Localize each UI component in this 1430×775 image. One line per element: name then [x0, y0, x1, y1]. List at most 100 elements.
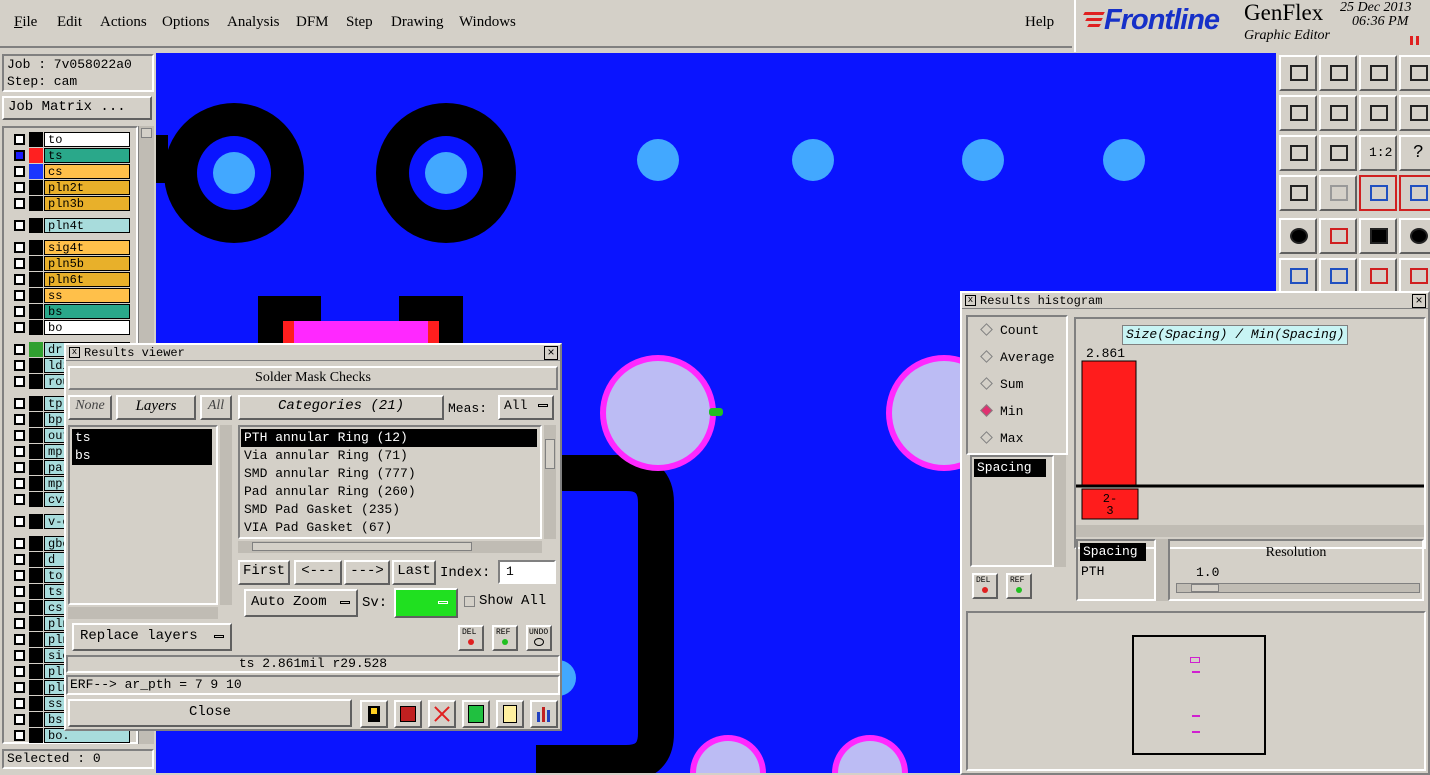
layer-color-swatch[interactable]	[29, 476, 43, 491]
layer-color-swatch[interactable]	[29, 358, 43, 373]
layer-color-swatch[interactable]	[29, 616, 43, 631]
layer-checkbox[interactable]	[14, 516, 25, 527]
layer-checkbox[interactable]	[14, 220, 25, 231]
layer-color-swatch[interactable]	[29, 396, 43, 411]
layer-color-swatch[interactable]	[29, 320, 43, 335]
menu-step[interactable]: Step	[346, 14, 373, 31]
menu-drawing[interactable]: Drawing	[391, 14, 444, 31]
layer-color-swatch[interactable]	[29, 218, 43, 233]
replace-layers-dropdown[interactable]: Replace layers	[72, 623, 232, 651]
layer-color-swatch[interactable]	[29, 240, 43, 255]
del-button[interactable]: DEL	[458, 625, 484, 651]
window-menu-icon[interactable]: x	[965, 295, 976, 306]
layer-color-swatch[interactable]	[29, 536, 43, 551]
tool-help-icon[interactable]: ?	[1399, 135, 1430, 171]
layer-checkbox[interactable]	[14, 618, 25, 629]
layer-checkbox[interactable]	[14, 714, 25, 725]
layer-name[interactable]: bo	[44, 320, 130, 335]
layer-checkbox[interactable]	[14, 430, 25, 441]
layer-row[interactable]: ss	[12, 288, 130, 303]
layer-name[interactable]: sig4t	[44, 240, 130, 255]
categories-list-scrollbar[interactable]	[544, 425, 556, 539]
layer-color-swatch[interactable]	[29, 492, 43, 507]
layer-color-swatch[interactable]	[29, 712, 43, 727]
layer-color-swatch[interactable]	[29, 374, 43, 389]
hist-del-button[interactable]: DEL	[972, 573, 998, 599]
histogram-list-item[interactable]: Spacing	[974, 459, 1046, 477]
group-list-scrollbar[interactable]	[1156, 539, 1168, 601]
close-icon[interactable]: ×	[1412, 294, 1426, 308]
clear-icon[interactable]	[428, 700, 456, 728]
overview-panel[interactable]	[966, 611, 1426, 771]
layer-name[interactable]: pln5b	[44, 256, 130, 271]
layer-checkbox[interactable]	[14, 730, 25, 741]
layer-checkbox[interactable]	[14, 274, 25, 285]
tool-grid-view-icon[interactable]	[1319, 175, 1357, 211]
layer-checkbox[interactable]	[14, 306, 25, 317]
layer-checkbox[interactable]	[14, 198, 25, 209]
layer-checkbox[interactable]	[14, 150, 25, 161]
layer-color-swatch[interactable]	[29, 664, 43, 679]
layer-checkbox[interactable]	[14, 666, 25, 677]
layer-row[interactable]: pln2t	[12, 180, 130, 195]
resolution-slider[interactable]	[1176, 583, 1420, 593]
layer-color-swatch[interactable]	[29, 728, 43, 743]
layer-checkbox[interactable]	[14, 602, 25, 613]
layer-name[interactable]: pln6t	[44, 272, 130, 287]
results-viewer-titlebar[interactable]: x Results viewer ×	[66, 345, 560, 361]
chart-hscrollbar[interactable]	[1076, 525, 1424, 537]
layer-color-swatch[interactable]	[29, 180, 43, 195]
layer-color-swatch[interactable]	[29, 460, 43, 475]
undo-button[interactable]: UNDO	[526, 625, 552, 651]
layer-name[interactable]: pln3b	[44, 196, 130, 211]
category-list-item[interactable]: VIA Pad Gasket (67)	[241, 519, 537, 537]
histogram-titlebar[interactable]: x Results histogram ×	[962, 293, 1428, 309]
layer-checkbox[interactable]	[14, 494, 25, 505]
categories-hscrollbar[interactable]	[238, 541, 542, 553]
tool-pad-icon[interactable]	[1399, 218, 1430, 254]
layer-checkbox[interactable]	[14, 182, 25, 193]
layer-checkbox[interactable]	[14, 344, 25, 355]
layer-list-item[interactable]: ts	[72, 429, 212, 447]
layer-row[interactable]: pln4t	[12, 218, 130, 233]
layer-name[interactable]: ts	[44, 148, 130, 163]
tool-zoom-center-icon[interactable]	[1319, 135, 1357, 171]
layer-checkbox[interactable]	[14, 166, 25, 177]
layer-name[interactable]: to	[44, 132, 130, 147]
layer-color-swatch[interactable]	[29, 196, 43, 211]
layer-checkbox[interactable]	[14, 682, 25, 693]
layer-row[interactable]: sig4t	[12, 240, 130, 255]
layer-checkbox[interactable]	[14, 554, 25, 565]
layer-checkbox[interactable]	[14, 650, 25, 661]
layer-name[interactable]: bs	[44, 304, 130, 319]
layer-checkbox[interactable]	[14, 134, 25, 145]
category-list-item[interactable]: Via annular Ring (71)	[241, 447, 537, 465]
layer-color-swatch[interactable]	[29, 568, 43, 583]
tool-shape-icon[interactable]	[1319, 218, 1357, 254]
radio-average[interactable]: Average	[980, 350, 1055, 365]
layer-color-swatch[interactable]	[29, 444, 43, 459]
layer-color-swatch[interactable]	[29, 514, 43, 529]
layer-row[interactable]: bs	[12, 304, 130, 319]
layer-checkbox[interactable]	[14, 446, 25, 457]
tool-zoom-fit-icon[interactable]	[1279, 135, 1317, 171]
layer-checkbox[interactable]	[14, 290, 25, 301]
layer-checkbox[interactable]	[14, 698, 25, 709]
layer-color-swatch[interactable]	[29, 304, 43, 319]
snapshot-icon[interactable]	[394, 700, 422, 728]
layer-checkbox[interactable]	[14, 586, 25, 597]
job-matrix-button[interactable]: Job Matrix ...	[2, 96, 152, 120]
severity-color-dropdown[interactable]	[394, 588, 458, 618]
layer-name[interactable]: pln4t	[44, 218, 130, 233]
tool-arrow2-icon[interactable]	[1399, 258, 1430, 294]
histogram-bar[interactable]	[1081, 360, 1137, 486]
menu-analysis[interactable]: Analysis	[227, 14, 280, 31]
report-icon[interactable]	[360, 700, 388, 728]
layers-all-button[interactable]: All	[200, 395, 232, 420]
layer-color-swatch[interactable]	[29, 412, 43, 427]
layer-color-swatch[interactable]	[29, 148, 43, 163]
tool-pan-right-icon[interactable]	[1319, 95, 1357, 131]
tool-net-icon[interactable]	[1359, 175, 1397, 211]
layer-checkbox[interactable]	[14, 634, 25, 645]
layer-row[interactable]: to	[12, 132, 130, 147]
